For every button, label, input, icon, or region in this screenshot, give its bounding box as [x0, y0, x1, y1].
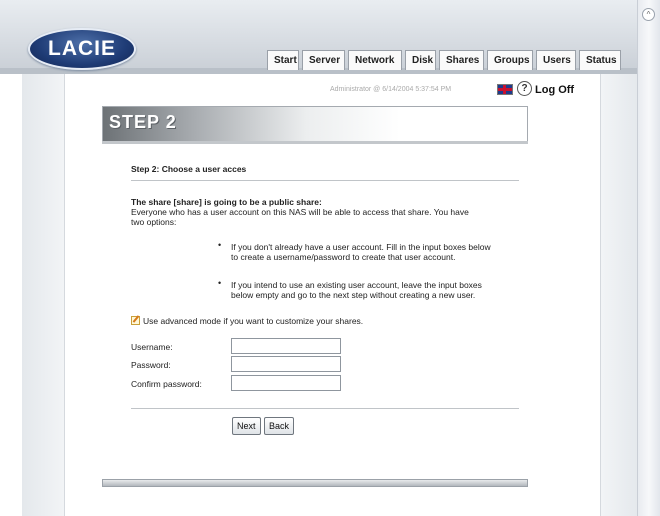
help-icon[interactable]: ? [517, 81, 532, 96]
bullet-2-line-1: If you intend to use an existing user ac… [231, 280, 482, 290]
advanced-mode-link[interactable]: Use advanced mode if you want to customi… [143, 316, 363, 326]
step-title: STEP 2 [109, 112, 177, 132]
back-button[interactable]: Back [264, 417, 295, 435]
bullet-dot: • [218, 240, 222, 250]
tab-shares[interactable]: Shares [439, 50, 484, 70]
step-underline [102, 141, 528, 144]
intro-text-2: two options: [131, 217, 177, 227]
step-header: STEP 2 [102, 106, 528, 142]
password-label: Password: [131, 360, 171, 370]
intro-text-1: Everyone who has a user account on this … [131, 207, 469, 217]
confirm-password-label: Confirm password: [131, 379, 202, 389]
tab-start[interactable]: Start [267, 50, 299, 70]
next-button[interactable]: Next [232, 417, 261, 435]
left-gutter [22, 74, 65, 516]
bullet-1-line-2: to create a username/password to create … [231, 252, 456, 262]
tab-disk[interactable]: Disk [405, 50, 436, 70]
share-heading: The share [share] is going to be a publi… [131, 197, 322, 207]
confirm-password-input[interactable] [231, 375, 341, 391]
username-input[interactable] [231, 338, 341, 354]
edit-icon[interactable] [131, 316, 140, 325]
nav-tabs: Start Server Network Disk Shares Groups … [267, 50, 624, 70]
footer-bar [102, 479, 528, 487]
logoff-link[interactable]: Log Off [535, 84, 574, 96]
lacie-logo: LACIE [28, 28, 136, 70]
uk-flag-icon[interactable] [497, 84, 513, 95]
right-gutter [600, 74, 639, 516]
bullet-1-line-1: If you don't already have a user account… [231, 242, 491, 252]
tab-server[interactable]: Server [302, 50, 345, 70]
bullet-dot: • [218, 278, 222, 288]
user-status: Administrator @ 6/14/2004 5:37:54 PM [330, 86, 452, 93]
tab-users[interactable]: Users [536, 50, 576, 70]
scroll-up-icon[interactable]: ^ [642, 8, 655, 21]
divider [131, 180, 519, 181]
password-input[interactable] [231, 356, 341, 372]
browser-window: LACIE Start Server Network Disk Shares G… [0, 0, 660, 516]
tab-network[interactable]: Network [348, 50, 402, 70]
divider [131, 408, 519, 409]
step-subtitle: Step 2: Choose a user acces [131, 164, 247, 174]
username-label: Username: [131, 342, 173, 352]
bullet-2-line-2: below empty and go to the next step with… [231, 290, 476, 300]
tab-groups[interactable]: Groups [487, 50, 533, 70]
tab-status[interactable]: Status [579, 50, 621, 70]
vertical-scrollbar[interactable]: ^ [637, 0, 660, 516]
